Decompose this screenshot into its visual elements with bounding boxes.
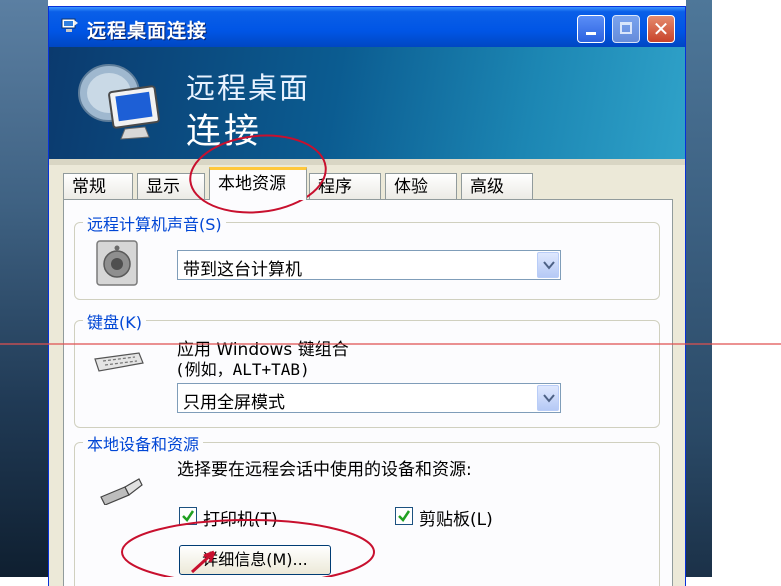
- window-title: 远程桌面连接: [87, 20, 208, 42]
- desktop-background-left: [0, 0, 48, 577]
- banner-title-line1: 远程桌面: [186, 71, 311, 105]
- sound-group: 远程计算机声音(S) 带到这台计算机: [74, 211, 660, 300]
- clipboard-checkbox[interactable]: [395, 507, 413, 525]
- sound-dropdown-value: 带到这台计算机: [183, 260, 302, 280]
- speaker-icon: [96, 240, 138, 286]
- title-bar[interactable]: 远程桌面连接 ✕: [49, 7, 685, 47]
- sound-dropdown[interactable]: 带到这台计算机: [177, 250, 561, 280]
- tab-display[interactable]: 显示: [137, 173, 205, 199]
- devices-description: 选择要在远程会话中使用的设备和资源:: [177, 460, 472, 480]
- clipboard-checkbox-label[interactable]: 剪贴板(L): [419, 505, 493, 530]
- close-icon: ✕: [652, 17, 670, 41]
- minimize-icon: [586, 32, 596, 35]
- remote-desktop-monitor-icon: [78, 64, 160, 140]
- maximize-button[interactable]: [612, 15, 640, 43]
- tab-local-resources[interactable]: 本地资源: [209, 167, 307, 200]
- tab-general[interactable]: 常规: [63, 173, 133, 199]
- keyboard-description-line2: (例如，ALT+TAB): [175, 360, 310, 379]
- keyboard-group: 键盘(K) 应用 Windows 键组合 (例如，ALT+TAB) 只用全屏模式: [74, 309, 660, 428]
- chevron-down-icon: [543, 261, 555, 270]
- local-devices-group: 本地设备和资源 选择要在远程会话中使用的设备和资源: 打印机(T) 剪贴板(L)…: [74, 431, 660, 586]
- banner-title-line2: 连接: [186, 112, 263, 152]
- checkmark-icon: [182, 510, 195, 522]
- keyboard-dropdown-button[interactable]: [537, 385, 559, 411]
- keyboard-group-label: 键盘(K): [83, 309, 146, 333]
- maximize-icon: [620, 22, 632, 34]
- tab-programs[interactable]: 程序: [309, 173, 381, 199]
- keyboard-dropdown[interactable]: 只用全屏模式: [177, 383, 561, 413]
- printer-checkbox-label[interactable]: 打印机(T): [203, 505, 278, 530]
- remote-desktop-app-icon: [61, 18, 78, 32]
- details-button[interactable]: 详细信息(M)...: [179, 545, 331, 575]
- sound-group-label: 远程计算机声音(S): [83, 211, 226, 235]
- tab-experience[interactable]: 体验: [385, 173, 457, 199]
- tab-panel-local-resources: 远程计算机声音(S) 带到这台计算机 键盘(K) 应用 Windows 键组合: [63, 199, 673, 586]
- checkmark-icon: [398, 510, 411, 522]
- sound-dropdown-button[interactable]: [537, 252, 559, 278]
- printer-checkbox[interactable]: [179, 507, 197, 525]
- remote-desktop-window: 远程桌面连接 ✕ 远程桌面 连接 常规 显示 本地资源 程序 体验 高级 远程计…: [48, 6, 686, 586]
- banner-divider: [49, 159, 685, 165]
- tab-advanced[interactable]: 高级: [461, 173, 533, 199]
- close-button[interactable]: ✕: [647, 15, 675, 43]
- chevron-down-icon: [543, 394, 555, 403]
- local-devices-group-label: 本地设备和资源: [83, 431, 204, 455]
- desktop-background-right: [686, 0, 712, 577]
- minimize-button[interactable]: [577, 15, 605, 43]
- keyboard-icon: [94, 352, 144, 372]
- header-banner: 远程桌面 连接: [49, 47, 685, 165]
- keyboard-dropdown-value: 只用全屏模式: [183, 393, 285, 413]
- usb-plug-icon: [100, 478, 143, 505]
